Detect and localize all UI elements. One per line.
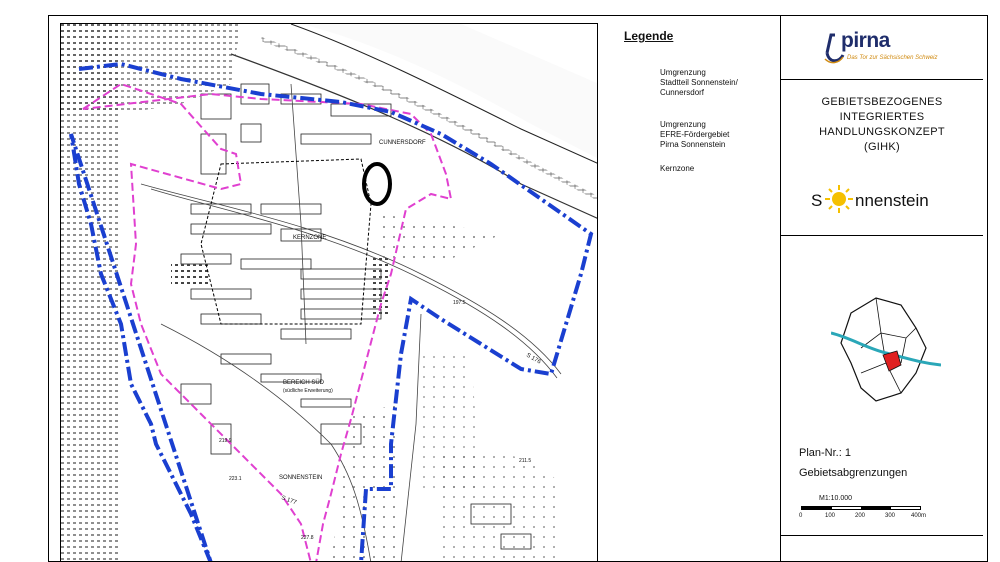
sonnenstein-logo: S nnenstein	[811, 185, 991, 225]
label-bereich-sud: BEREICH SÜD	[283, 379, 325, 386]
legend-label: Umgrenzung	[660, 120, 706, 129]
logo-text: pirna	[841, 29, 890, 52]
legend-label: Cunnersdorf	[660, 88, 705, 97]
project-title: GEBIETSBEZOGENES INTEGRIERTES HANDLUNGSK…	[781, 95, 983, 155]
elev-2: 219.9	[219, 438, 232, 444]
sun-icon	[825, 185, 853, 213]
elev-1: 197.5	[453, 300, 466, 306]
legend-label: Stadtteil Sonnenstein/	[660, 78, 738, 87]
label-cunnersdorf: CUNNERSDORF	[379, 140, 426, 146]
label-bereich-sud-sub: (südliche Erweiterung)	[283, 388, 333, 394]
scale-tick: 300	[885, 513, 896, 519]
open-area-4	[441, 450, 561, 561]
sonnen-letter: S	[811, 191, 823, 210]
map-panel[interactable]: CUNNERSDORF KERNZONE BEREICH SÜD (südlic…	[60, 23, 598, 562]
pirna-logo: pirna Das Tor zur Sächsischen Schweiz	[821, 29, 941, 69]
project-title-line: INTEGRIERTES	[839, 111, 925, 123]
scale-bar	[801, 506, 921, 510]
scale-label: M1:10.000	[819, 495, 853, 502]
scale-tick: 0	[799, 513, 803, 519]
legend-title: Legende	[624, 29, 674, 43]
sonnen-word: nnenstein	[855, 191, 929, 210]
project-title-line: HANDLUNGSKONZEPT	[819, 126, 945, 138]
legend-label: Kernzone	[660, 164, 695, 173]
scale-tick: 200	[855, 513, 866, 519]
divider	[781, 235, 983, 236]
elev-3: 223.1	[229, 476, 242, 482]
map-canvas[interactable]: CUNNERSDORF KERNZONE BEREICH SÜD (südlic…	[61, 24, 598, 562]
dense-block-2	[171, 264, 211, 284]
project-title-line: GEBIETSBEZOGENES	[821, 96, 943, 108]
legend-label: EFRE-Fördergebiet	[660, 130, 730, 139]
divider	[781, 535, 983, 536]
plan-title: Gebietsabgrenzungen	[799, 467, 908, 479]
label-kernzone: KERNZONE	[293, 235, 326, 241]
scale-tick: 400m	[911, 513, 927, 519]
label-road-s176: S 176	[525, 353, 542, 366]
title-block: pirna Das Tor zur Sächsischen Schweiz GE…	[780, 15, 983, 562]
locator-map	[831, 297, 941, 402]
plan-number: Plan-Nr.: 1	[799, 447, 851, 459]
divider	[781, 79, 983, 80]
logo-subtitle: Das Tor zur Sächsischen Schweiz	[847, 55, 938, 61]
elev-5: 227.8	[301, 535, 314, 541]
sports-track	[362, 162, 392, 206]
legend-label: Pirna Sonnenstein	[660, 140, 726, 149]
legend-label: Umgrenzung	[660, 68, 706, 77]
elev-4: 211.5	[519, 458, 531, 464]
scale-tick: 100	[825, 513, 836, 519]
project-title-line: (GIHK)	[863, 141, 901, 153]
legend-panel: Legende Umgrenzung Stadtteil Sonnenstein…	[604, 23, 780, 562]
label-sonnenstein: SONNENSTEIN	[279, 475, 322, 481]
